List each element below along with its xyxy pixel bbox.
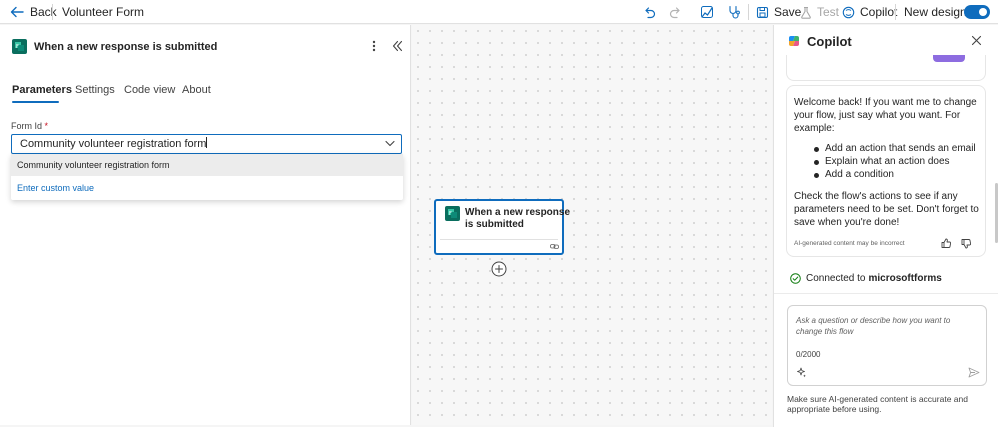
toggle-knob	[979, 8, 987, 16]
save-label: Save	[774, 5, 802, 19]
tab-settings[interactable]: Settings	[75, 84, 115, 96]
check-circle-icon	[790, 273, 801, 284]
top-bar: Back Volunteer Form Save Test Copilot Ne…	[0, 0, 998, 24]
back-button[interactable]: Back	[10, 0, 57, 24]
trigger-card-title: When a new response is submitted	[465, 207, 570, 231]
notice-line: Make sure AI-generated content is accura…	[787, 394, 968, 404]
copilot-icon	[842, 6, 855, 19]
collapse-panel-button[interactable]	[392, 40, 403, 52]
test-label: Test	[817, 5, 840, 19]
flow-checker-icon	[700, 5, 714, 19]
copilot-title: Copilot	[807, 34, 852, 49]
char-count: 0/2000	[796, 350, 821, 359]
connection-status: Connected to microsoftforms	[790, 273, 942, 284]
copilot-label: Copilot	[860, 5, 898, 19]
undo-icon	[643, 6, 656, 19]
message-line: Check the flow's actions to see if any	[794, 191, 958, 202]
flask-icon	[800, 6, 812, 19]
message-intro: Welcome back! If you want me to change y…	[794, 96, 982, 135]
redo-button[interactable]	[669, 0, 682, 24]
more-vertical-icon	[370, 39, 378, 53]
bullet-item: Explain what an action does	[825, 156, 950, 167]
thumbs-down-icon[interactable]	[961, 239, 971, 249]
copilot-message: Welcome back! If you want me to change y…	[786, 85, 986, 257]
copilot-toggle-button[interactable]: Copilot	[842, 0, 897, 24]
required-mark: *	[44, 121, 49, 131]
bullet-dot	[814, 160, 819, 165]
panel-title: When a new response is submitted	[34, 41, 218, 53]
form-id-label-text: Form Id	[11, 121, 43, 131]
divider	[52, 4, 53, 20]
chat-input-placeholder: Ask a question or describe how you want …	[796, 315, 950, 337]
form-id-combobox[interactable]: Community volunteer registration form	[11, 134, 402, 154]
svg-text:F: F	[449, 211, 452, 217]
ai-content-notice: Make sure AI-generated content is accura…	[787, 394, 968, 414]
notice-line: appropriate before using.	[787, 404, 882, 414]
tab-parameters[interactable]: Parameters	[12, 84, 72, 96]
form-id-label: Form Id *	[11, 121, 48, 131]
message-line: your flow, just say what you want. For	[794, 110, 961, 121]
bullet-item: Add an action that sends an email	[825, 143, 976, 154]
arrow-left-icon	[10, 6, 24, 18]
copilot-chat-input[interactable]: Ask a question or describe how you want …	[787, 305, 987, 386]
connected-service: microsoftforms	[868, 273, 942, 284]
forms-trigger-icon: F	[12, 39, 27, 54]
new-designer-toggle[interactable]	[964, 5, 990, 19]
message-line: example:	[794, 123, 835, 134]
tab-about[interactable]: About	[182, 84, 211, 96]
bullet-item: Add a condition	[825, 169, 894, 180]
svg-text:F: F	[16, 44, 19, 50]
redo-icon	[669, 6, 682, 19]
forms-trigger-icon: F	[445, 206, 460, 221]
message-closing: Check the flow's actions to see if any p…	[794, 190, 982, 229]
thumbs-up-icon[interactable]	[941, 238, 951, 248]
copilot-panel: Copilot Welcome back! If you want me to …	[773, 25, 998, 427]
stethoscope-icon	[727, 5, 741, 19]
form-id-value: Community volunteer registration form	[20, 138, 207, 150]
divider	[895, 4, 896, 20]
text-cursor	[206, 137, 208, 148]
designer-canvas[interactable]: F When a new response is submitted	[412, 25, 772, 425]
active-tab-indicator	[12, 101, 59, 103]
placeholder-line: Ask a question or describe how you want …	[796, 316, 951, 325]
trigger-card-line2: is submitted	[465, 219, 524, 230]
form-id-dropdown: Community volunteer registration form En…	[11, 154, 403, 200]
user-message-tail	[933, 55, 965, 62]
flow-name: Volunteer Form	[62, 5, 145, 19]
dropdown-option[interactable]: Community volunteer registration form	[11, 154, 403, 176]
divider	[774, 293, 998, 294]
message-line: parameters need to be set. Don't forget …	[794, 204, 979, 215]
more-options-button[interactable]	[370, 39, 378, 53]
flow-checker-button[interactable]	[700, 0, 714, 24]
message-line: Welcome back! If you want me to change	[794, 97, 977, 108]
bullet-dot	[814, 173, 819, 178]
copilot-logo-icon	[787, 34, 801, 48]
message-line: save when you're done!	[794, 217, 900, 228]
chevron-double-left-icon	[392, 40, 403, 52]
connected-prefix: Connected to	[806, 273, 866, 284]
close-icon[interactable]	[971, 35, 982, 46]
bullet-dot	[814, 147, 819, 152]
chevron-down-icon[interactable]	[385, 140, 395, 147]
plus-circle-icon	[491, 261, 507, 277]
enter-custom-value-option[interactable]: Enter custom value	[11, 178, 403, 198]
previous-message-bubble	[786, 55, 986, 81]
save-icon	[756, 6, 769, 19]
action-details-panel: F When a new response is submitted Param…	[0, 25, 411, 425]
sparkle-icon[interactable]	[796, 367, 807, 378]
undo-button[interactable]	[643, 0, 656, 24]
trigger-card[interactable]: F When a new response is submitted	[434, 199, 570, 255]
ai-disclaimer: AI-generated content may be incorrect	[794, 240, 905, 247]
test-button[interactable]: Test	[800, 0, 839, 24]
save-button[interactable]: Save	[756, 0, 801, 24]
card-divider	[440, 239, 558, 240]
diagnostics-button[interactable]	[727, 0, 741, 24]
placeholder-line: change this flow	[796, 327, 854, 336]
tab-code-view[interactable]: Code view	[124, 84, 175, 96]
divider	[748, 4, 749, 20]
send-icon[interactable]	[968, 367, 980, 378]
trigger-card-line1: When a new response	[465, 207, 571, 218]
link-icon	[550, 243, 559, 250]
add-step-button[interactable]	[491, 261, 507, 277]
